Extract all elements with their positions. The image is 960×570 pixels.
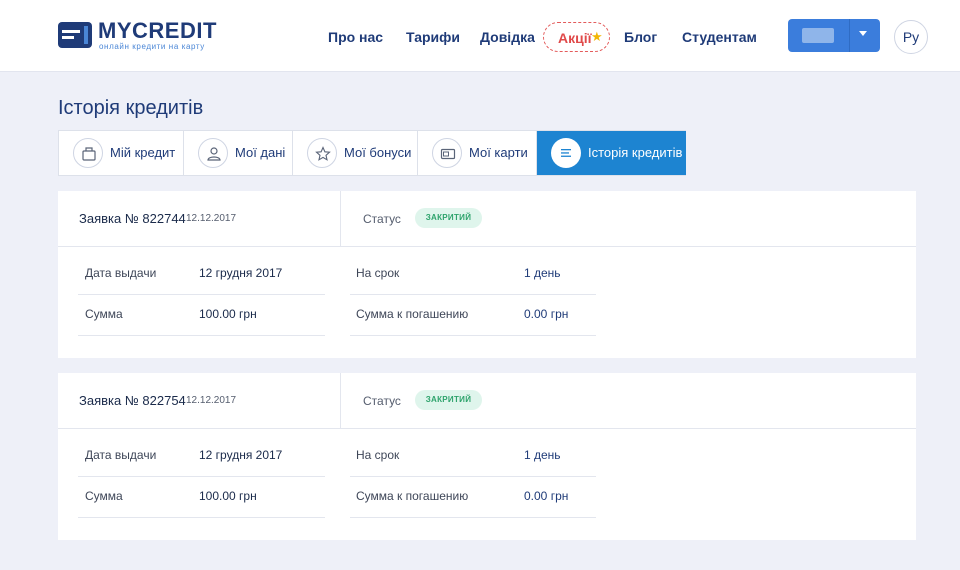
status-badge: ЗАКРИТИЙ (415, 390, 482, 410)
logo-tagline: онлайн кредити на карту (99, 42, 205, 51)
nav-promotions[interactable]: Акції ★ (543, 22, 610, 52)
star-outline-icon (315, 146, 331, 161)
issue-date-value: 12 грудня 2017 (199, 448, 283, 462)
tab-label: Мої бонуси (344, 145, 412, 160)
tab-label: Історія кредитів (588, 145, 683, 160)
application-date: 12.12.2017 (186, 395, 237, 406)
application-date: 12.12.2017 (186, 213, 237, 224)
page-title: Історія кредитів (58, 97, 204, 119)
tab-icon-wrap (307, 138, 337, 168)
tab-label: Мої карти (469, 145, 528, 160)
star-icon: ★ (591, 29, 603, 44)
logo[interactable]: MYCREDIT онлайн кредити на карту (58, 18, 218, 54)
issue-date-label: Дата выдачи (85, 266, 157, 280)
issue-date-value: 12 грудня 2017 (199, 266, 283, 280)
tab-icon-wrap (198, 138, 228, 168)
status-label: Статус (363, 212, 401, 226)
tab-label: Мої дані (235, 145, 286, 160)
user-icon (207, 147, 221, 161)
profile-tabs: Мій кредит Мої дані Мої бонуси Мої карти (58, 130, 686, 176)
site-header: MYCREDIT онлайн кредити на карту Про нас… (0, 0, 960, 72)
header-divider (340, 191, 341, 247)
row-divider (350, 335, 596, 336)
amount-label: Сумма (85, 307, 123, 321)
language-label: Ру (902, 29, 920, 45)
status-label: Статус (363, 394, 401, 408)
nav-promotions-label: Акції (558, 30, 592, 46)
card-header: Заявка № 822754 12.12.2017 Статус ЗАКРИТ… (58, 373, 916, 429)
repay-value: 0.00 грн (524, 307, 569, 321)
account-divider (849, 19, 850, 52)
tab-icon-wrap (432, 138, 462, 168)
header-divider (340, 373, 341, 429)
tab-my-credit[interactable]: Мій кредит (59, 131, 184, 175)
application-number: Заявка № 822754 (79, 393, 186, 408)
row-divider (350, 294, 596, 295)
term-label: На срок (356, 266, 400, 280)
amount-label: Сумма (85, 489, 123, 503)
account-name-placeholder (802, 28, 834, 43)
card-icon (440, 148, 456, 160)
credit-application-card: Заявка № 822754 12.12.2017 Статус ЗАКРИТ… (58, 373, 916, 540)
credit-application-card: Заявка № 822744 12.12.2017 Статус ЗАКРИТ… (58, 191, 916, 358)
tab-my-data[interactable]: Мої дані (184, 131, 293, 175)
tab-credit-history[interactable]: Історія кредитів (537, 131, 686, 175)
nav-students[interactable]: Студентам (682, 28, 757, 46)
row-divider (78, 476, 325, 477)
language-switch[interactable]: Ру (894, 20, 928, 54)
amount-value: 100.00 грн (199, 307, 257, 321)
repay-value: 0.00 грн (524, 489, 569, 503)
amount-value: 100.00 грн (199, 489, 257, 503)
term-label: На срок (356, 448, 400, 462)
nav-tariffs[interactable]: Тарифи (406, 28, 460, 46)
tab-label: Мій кредит (110, 145, 176, 160)
nav-blog[interactable]: Блог (624, 28, 657, 46)
nav-about[interactable]: Про нас (328, 28, 383, 46)
tab-my-cards[interactable]: Мої карти (418, 131, 537, 175)
status-badge: ЗАКРИТИЙ (415, 208, 482, 228)
term-value: 1 день (524, 448, 561, 462)
card-logo-icon (58, 22, 92, 48)
row-divider (350, 517, 596, 518)
list-icon (561, 149, 571, 157)
wallet-icon (82, 147, 96, 161)
row-divider (78, 294, 325, 295)
repay-label: Сумма к погашению (356, 489, 469, 503)
term-value: 1 день (524, 266, 561, 280)
tab-icon-wrap (551, 138, 581, 168)
row-divider (78, 517, 325, 518)
repay-label: Сумма к погашению (356, 307, 469, 321)
tab-icon-wrap (73, 138, 103, 168)
row-divider (78, 335, 325, 336)
card-header: Заявка № 822744 12.12.2017 Статус ЗАКРИТ… (58, 191, 916, 247)
tab-my-bonuses[interactable]: Мої бонуси (293, 131, 418, 175)
logo-text: MYCREDIT (98, 18, 217, 43)
nav-help[interactable]: Довідка (480, 28, 535, 46)
row-divider (350, 476, 596, 477)
issue-date-label: Дата выдачи (85, 448, 157, 462)
chevron-down-icon[interactable] (859, 31, 867, 36)
application-number: Заявка № 822744 (79, 211, 186, 226)
account-menu-button[interactable] (788, 19, 880, 52)
